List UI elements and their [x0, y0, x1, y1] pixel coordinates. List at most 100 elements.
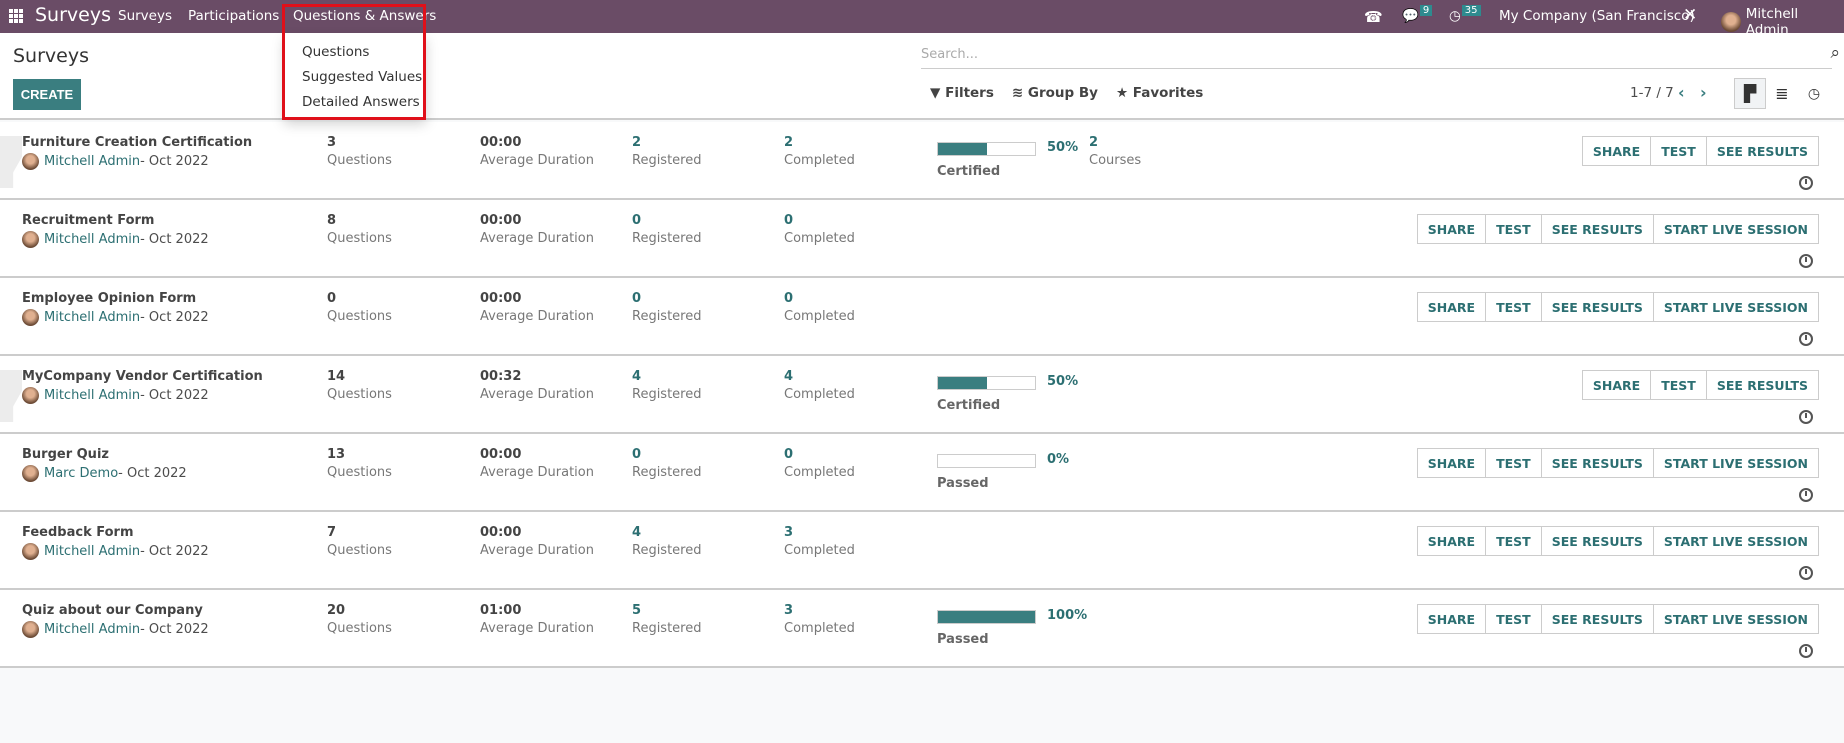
activity-clock-icon[interactable]	[1799, 410, 1813, 424]
start-live-session-button[interactable]: START LIVE SESSION	[1652, 292, 1819, 322]
activity-clock-icon[interactable]	[1799, 566, 1813, 580]
activity-clock-icon[interactable]	[1799, 176, 1813, 190]
pager-previous-icon[interactable]: ‹	[1678, 83, 1685, 102]
search-input[interactable]: Search...	[921, 39, 1832, 69]
activity-clock-icon[interactable]	[1799, 332, 1813, 346]
see-results-button[interactable]: SEE RESULTS	[1540, 604, 1654, 634]
start-live-session-button[interactable]: START LIVE SESSION	[1652, 604, 1819, 634]
survey-title[interactable]: MyCompany Vendor Certification	[22, 369, 263, 384]
registered-label: Registered	[632, 387, 702, 402]
see-results-button[interactable]: SEE RESULTS	[1705, 136, 1819, 166]
see-results-button[interactable]: SEE RESULTS	[1540, 448, 1654, 478]
top-navbar: Surveys Surveys Participations Questions…	[0, 0, 1844, 38]
owner-avatar	[22, 153, 39, 170]
start-live-session-button[interactable]: START LIVE SESSION	[1652, 526, 1819, 556]
messages-icon[interactable]: 💬	[1402, 8, 1419, 24]
activity-clock-icon[interactable]	[1799, 488, 1813, 502]
share-button[interactable]: SHARE	[1416, 448, 1487, 478]
survey-card[interactable]: MyCompany Vendor Certification Mitchell A…	[0, 356, 1844, 434]
share-button[interactable]: SHARE	[1416, 526, 1487, 556]
survey-title[interactable]: Recruitment Form	[22, 213, 154, 228]
stat-registered[interactable]: 0 Registered	[632, 447, 702, 480]
start-live-session-button[interactable]: START LIVE SESSION	[1652, 214, 1819, 244]
stat-completed[interactable]: 3 Completed	[784, 603, 855, 636]
action-buttons: SHARE TEST SEE RESULTS START LIVE SESSION	[1416, 448, 1819, 478]
test-button[interactable]: TEST	[1650, 136, 1707, 166]
registered-label: Registered	[632, 153, 702, 168]
stat-registered[interactable]: 4 Registered	[632, 525, 702, 558]
see-results-button[interactable]: SEE RESULTS	[1540, 292, 1654, 322]
search-icon[interactable]: ⌕	[1830, 43, 1840, 63]
start-live-session-button[interactable]: START LIVE SESSION	[1652, 448, 1819, 478]
stat-completed[interactable]: 0 Completed	[784, 291, 855, 324]
favorites-button[interactable]: ★ Favorites	[1116, 85, 1203, 101]
menu-participations[interactable]: Participations	[188, 8, 279, 24]
pager-value[interactable]: 1-7 / 7	[1630, 85, 1674, 101]
create-button[interactable]: CREATE	[13, 79, 81, 110]
stat-registered[interactable]: 0 Registered	[632, 213, 702, 246]
stat-completed[interactable]: 3 Completed	[784, 525, 855, 558]
stat-completed[interactable]: 0 Completed	[784, 213, 855, 246]
list-view-icon[interactable]: ≣	[1766, 78, 1798, 109]
activity-view-icon[interactable]: ◷	[1798, 78, 1830, 109]
stat-courses[interactable]: 2 Courses	[1089, 135, 1141, 168]
survey-title[interactable]: Furniture Creation Certification	[22, 135, 252, 150]
debug-tools-icon[interactable]: ✕	[1683, 5, 1697, 25]
share-button[interactable]: SHARE	[1416, 292, 1487, 322]
phone-icon[interactable]: ☎	[1364, 8, 1383, 26]
survey-title[interactable]: Employee Opinion Form	[22, 291, 196, 306]
test-button[interactable]: TEST	[1485, 604, 1542, 634]
survey-card[interactable]: Feedback Form Mitchell Admin - Oct 2022 7 Q…	[0, 512, 1844, 590]
survey-card[interactable]: Employee Opinion Form Mitchell Admin - Oc…	[0, 278, 1844, 356]
stat-registered[interactable]: 4 Registered	[632, 369, 702, 402]
survey-title[interactable]: Feedback Form	[22, 525, 134, 540]
see-results-button[interactable]: SEE RESULTS	[1705, 370, 1819, 400]
duration-value: 01:00	[480, 603, 522, 618]
stat-completed[interactable]: 4 Completed	[784, 369, 855, 402]
see-results-button[interactable]: SEE RESULTS	[1540, 526, 1654, 556]
test-button[interactable]: TEST	[1485, 214, 1542, 244]
progress-bar	[937, 142, 1036, 156]
pager-next-icon[interactable]: ›	[1700, 83, 1707, 102]
test-button[interactable]: TEST	[1650, 370, 1707, 400]
progress-fill	[938, 611, 1035, 623]
stat-completed[interactable]: 0 Completed	[784, 447, 855, 480]
test-button[interactable]: TEST	[1485, 448, 1542, 478]
share-button[interactable]: SHARE	[1416, 604, 1487, 634]
apps-menu-icon[interactable]	[9, 9, 23, 23]
survey-title[interactable]: Burger Quiz	[22, 447, 109, 462]
test-button[interactable]: TEST	[1485, 526, 1542, 556]
activity-clock-icon[interactable]: ◷	[1449, 8, 1461, 24]
stat-completed[interactable]: 2 Completed	[784, 135, 855, 168]
survey-card[interactable]: Recruitment Form Mitchell Admin - Oct 202…	[0, 200, 1844, 278]
stat-registered[interactable]: 5 Registered	[632, 603, 702, 636]
duration-value: 00:00	[480, 447, 522, 462]
share-button[interactable]: SHARE	[1416, 214, 1487, 244]
test-button[interactable]: TEST	[1485, 292, 1542, 322]
survey-card[interactable]: Quiz about our Company Mitchell Admin - O…	[0, 590, 1844, 668]
share-button[interactable]: SHARE	[1581, 370, 1652, 400]
kanban-view-icon[interactable]: ▛	[1734, 78, 1766, 109]
activity-clock-icon[interactable]	[1799, 254, 1813, 268]
stat-registered[interactable]: 0 Registered	[632, 291, 702, 324]
duration-value: 00:32	[480, 369, 522, 384]
company-switcher[interactable]: My Company (San Francisco)	[1499, 8, 1695, 24]
survey-date: - Oct 2022	[140, 154, 209, 169]
filters-button[interactable]: ▼ Filters	[930, 85, 994, 101]
see-results-button[interactable]: SEE RESULTS	[1540, 214, 1654, 244]
owner-name: Mitchell Admin	[44, 622, 141, 637]
survey-card[interactable]: Furniture Creation Certification Mitchell…	[0, 122, 1844, 200]
group-by-button[interactable]: ≋ Group By	[1012, 85, 1098, 101]
survey-card[interactable]: Burger Quiz Marc Demo - Oct 2022 13 Questio…	[0, 434, 1844, 512]
menu-surveys[interactable]: Surveys	[118, 8, 172, 24]
registered-label: Registered	[632, 309, 702, 324]
app-title[interactable]: Surveys	[35, 4, 111, 26]
progress-label: Passed	[937, 632, 989, 647]
stat-registered[interactable]: 2 Registered	[632, 135, 702, 168]
survey-owner: Mitchell Admin - Oct 2022	[22, 231, 209, 248]
registered-value: 0	[632, 291, 642, 306]
highlight-box	[282, 4, 426, 120]
survey-title[interactable]: Quiz about our Company	[22, 603, 203, 618]
activity-clock-icon[interactable]	[1799, 644, 1813, 658]
share-button[interactable]: SHARE	[1581, 136, 1652, 166]
